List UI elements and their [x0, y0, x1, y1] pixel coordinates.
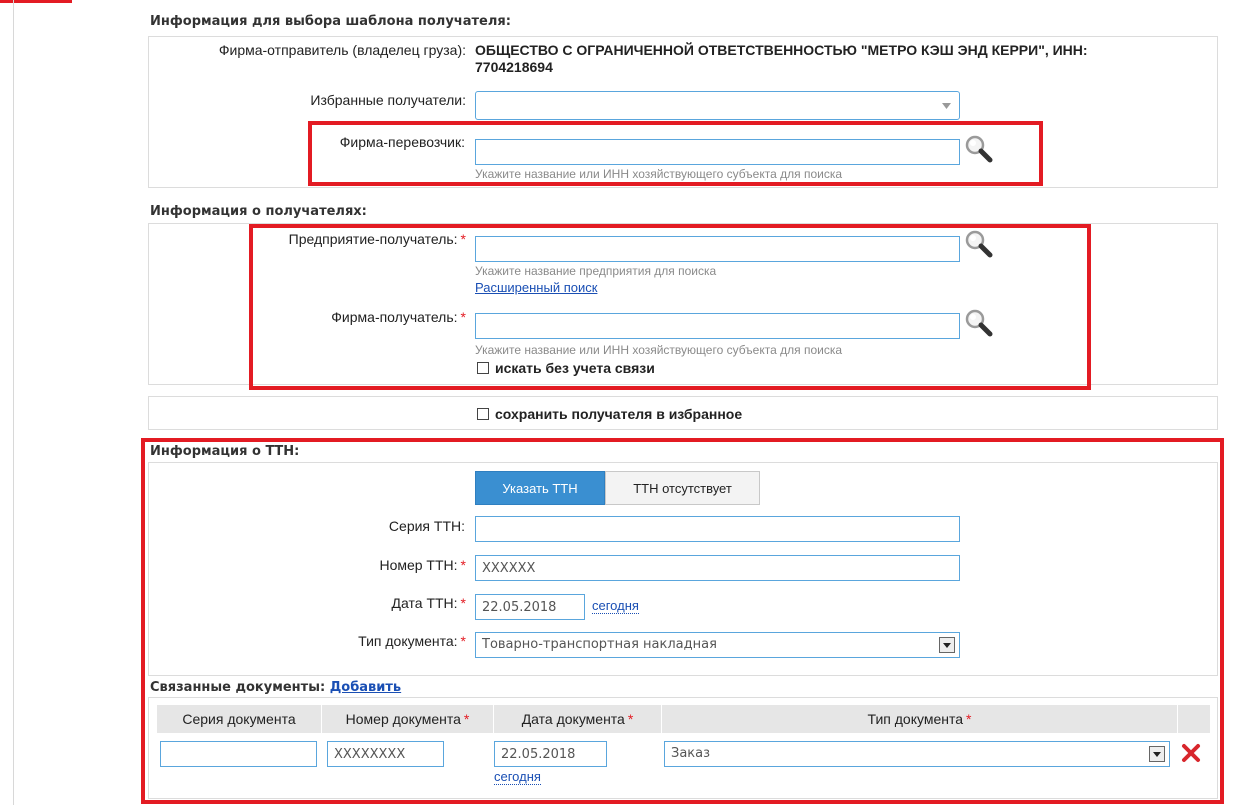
required-mark: * — [460, 557, 466, 573]
tab-specify-ttn[interactable]: Указать ТТН — [475, 471, 605, 505]
no-link-checkbox-label: искать без учета связи — [495, 360, 655, 376]
advanced-search-link[interactable]: Расширенный поиск — [475, 280, 597, 295]
sender-inn: 7704218694 — [475, 59, 553, 75]
ttn-section-title: Информация о ТТН: — [150, 444, 300, 459]
favorites-label: Избранные получатели: — [310, 92, 466, 108]
ttn-number-input[interactable] — [475, 555, 960, 581]
add-related-doc-link[interactable]: Добавить — [330, 680, 401, 695]
required-mark: * — [966, 711, 972, 727]
required-mark: * — [463, 711, 470, 727]
chevron-down-icon — [939, 637, 955, 653]
favorites-select[interactable] — [475, 91, 960, 120]
sender-label: Фирма-отправитель (владелец груза): — [218, 42, 466, 58]
col-header-series: Серия документа — [157, 705, 322, 733]
ttn-date-label: Дата ТТН: * — [391, 595, 466, 611]
carrier-input[interactable] — [475, 139, 960, 165]
tab-ttn-absent[interactable]: ТТН отсутствует — [605, 471, 760, 505]
doc-type-select[interactable]: Товарно-транспортная накладная — [475, 632, 960, 658]
firm-input[interactable] — [475, 313, 960, 339]
related-date-input[interactable] — [494, 741, 607, 767]
search-icon[interactable] — [963, 134, 993, 164]
related-type-select-value: Заказ — [671, 746, 711, 761]
ttn-number-label: Номер ТТН: * — [379, 557, 466, 573]
sender-value: ОБЩЕСТВО С ОГРАНИЧЕННОЙ ОТВЕТСТВЕННОСТЬЮ… — [475, 42, 1088, 58]
search-icon[interactable] — [963, 229, 993, 259]
save-favorite-label: сохранить получателя в избранное — [495, 406, 743, 422]
chevron-down-icon — [1149, 746, 1165, 762]
ttn-today-link[interactable]: сегодня — [592, 598, 639, 614]
save-favorite-row[interactable]: сохранить получателя в избранное — [477, 406, 742, 422]
enterprise-label: Предприятие-получатель: * — [288, 231, 466, 247]
related-series-input[interactable] — [160, 741, 317, 767]
related-today-link[interactable]: сегодня — [494, 769, 541, 785]
recipients-section-title: Информация о получателях: — [150, 204, 367, 219]
search-icon[interactable] — [963, 308, 993, 338]
ttn-date-input[interactable] — [475, 594, 585, 620]
col-header-type: Тип документа * — [662, 705, 1178, 733]
enterprise-hint: Укажите название предприятия для поиска — [475, 264, 717, 278]
related-number-input[interactable] — [327, 741, 444, 767]
required-mark: * — [460, 231, 466, 247]
carrier-hint: Укажите название или ИНН хозяйствующего … — [475, 167, 843, 181]
firm-label: Фирма-получатель: * — [331, 309, 466, 325]
no-link-checkbox-row[interactable]: искать без учета связи — [477, 360, 655, 376]
col-header-actions — [1178, 705, 1210, 733]
required-mark: * — [460, 309, 466, 325]
required-mark: * — [627, 711, 634, 727]
save-favorite-checkbox[interactable] — [477, 408, 489, 420]
doc-type-label: Тип документа: * — [358, 633, 466, 649]
top-accent-bar — [0, 0, 72, 3]
related-type-select[interactable]: Заказ — [664, 741, 1170, 767]
required-mark: * — [460, 633, 466, 649]
ttn-series-input[interactable] — [475, 516, 960, 542]
carrier-label: Фирма-перевозчик: — [339, 134, 465, 150]
left-divider — [13, 0, 14, 805]
firm-hint: Укажите название или ИНН хозяйствующего … — [475, 343, 843, 357]
ttn-series-label: Серия ТТН: — [388, 518, 465, 534]
no-link-checkbox[interactable] — [477, 362, 489, 374]
template-section-title: Информация для выбора шаблона получателя… — [150, 14, 511, 29]
enterprise-input[interactable] — [475, 236, 960, 262]
chevron-down-icon — [942, 103, 951, 109]
related-docs-title: Связанные документы: Добавить — [150, 680, 402, 695]
doc-type-select-value: Товарно-транспортная накладная — [482, 637, 717, 652]
required-mark: * — [460, 595, 466, 611]
delete-icon[interactable] — [1181, 743, 1201, 763]
col-header-date: Дата документа * — [494, 705, 662, 733]
col-header-number: Номер документа * — [322, 705, 494, 733]
